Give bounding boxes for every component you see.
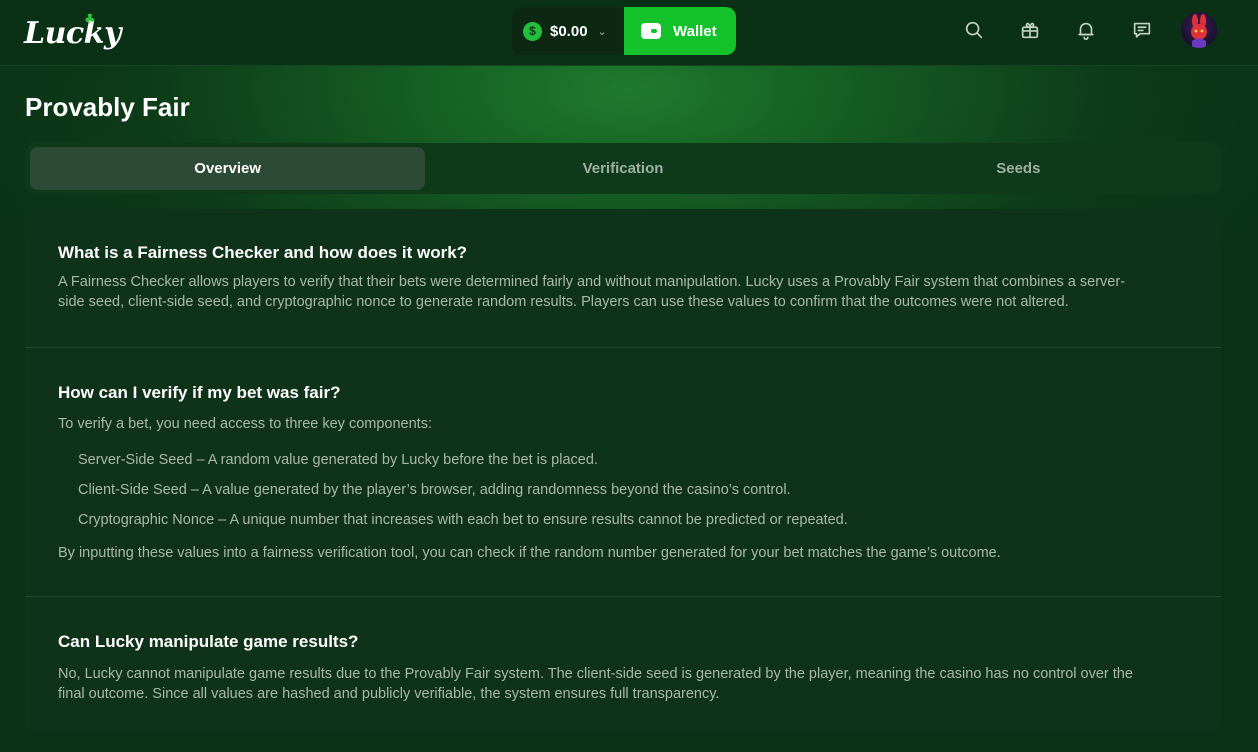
clover-icon: ♣: [84, 12, 96, 27]
page-title: Provably Fair: [25, 92, 190, 122]
faq-answer-line: A Fairness Checker allows players to ver…: [58, 274, 1126, 290]
logo-text: Lucky: [24, 15, 121, 51]
faq-answer-line: side seed, client-side seed, and cryptog…: [58, 294, 1069, 310]
faq-question: How can I verify if my bet was fair?: [58, 383, 341, 402]
faq-item: Can Lucky manipulate game results? No, L…: [25, 632, 1221, 704]
faq-answer-intro: To verify a bet, you need access to thre…: [58, 416, 432, 432]
user-avatar[interactable]: [1181, 12, 1217, 48]
faq-item: What is a Fairness Checker and how does …: [25, 243, 1221, 312]
faq-item: How can I verify if my bet was fair? To …: [25, 383, 1221, 563]
search-icon: [965, 21, 983, 39]
faq-question: What is a Fairness Checker and how does …: [58, 243, 468, 262]
faq-answer-line: final outcome. Since all values are hash…: [58, 686, 720, 702]
wallet-button[interactable]: Wallet: [624, 7, 736, 55]
section-divider: [25, 347, 1221, 348]
balance-amount: $0.00: [550, 22, 588, 40]
list-item: Server-Side Seed – A random value genera…: [78, 452, 598, 468]
list-item: Cryptographic Nonce – A unique number th…: [78, 512, 848, 528]
tab-overview[interactable]: Overview: [30, 147, 426, 190]
top-navigation-bar: Lucky ♣ $ $0.00 ⌄ Wallet: [0, 0, 1258, 66]
lucky-logo[interactable]: Lucky ♣: [24, 12, 121, 54]
faq-answer-outro: By inputting these values into a fairnes…: [58, 545, 1001, 561]
list-item: Client-Side Seed – A value generated by …: [78, 482, 791, 498]
wallet-icon: [641, 23, 661, 39]
balance-selector[interactable]: $ $0.00 ⌄: [512, 7, 624, 55]
faq-question: Can Lucky manipulate game results?: [58, 632, 359, 651]
rewards-button[interactable]: [1018, 18, 1042, 42]
tab-verification[interactable]: Verification: [425, 147, 820, 190]
faq-card: What is a Fairness Checker and how does …: [25, 209, 1221, 733]
notifications-button[interactable]: [1074, 18, 1098, 42]
rabbit-avatar-icon: [1191, 14, 1207, 48]
gift-icon: [1021, 22, 1039, 39]
wallet-button-label: Wallet: [673, 22, 717, 40]
dollar-coin-icon: $: [523, 21, 542, 41]
faq-answer-line: No, Lucky cannot manipulate game results…: [58, 666, 1133, 682]
chat-icon: [1133, 22, 1151, 38]
chat-button[interactable]: [1130, 18, 1154, 42]
search-button[interactable]: [962, 18, 986, 42]
section-divider: [25, 596, 1221, 597]
provably-fair-tabs: Overview Verification Seeds: [25, 143, 1221, 194]
bell-icon: [1078, 22, 1094, 40]
chevron-down-icon: ⌄: [597, 25, 607, 38]
tab-seeds[interactable]: Seeds: [821, 147, 1216, 190]
